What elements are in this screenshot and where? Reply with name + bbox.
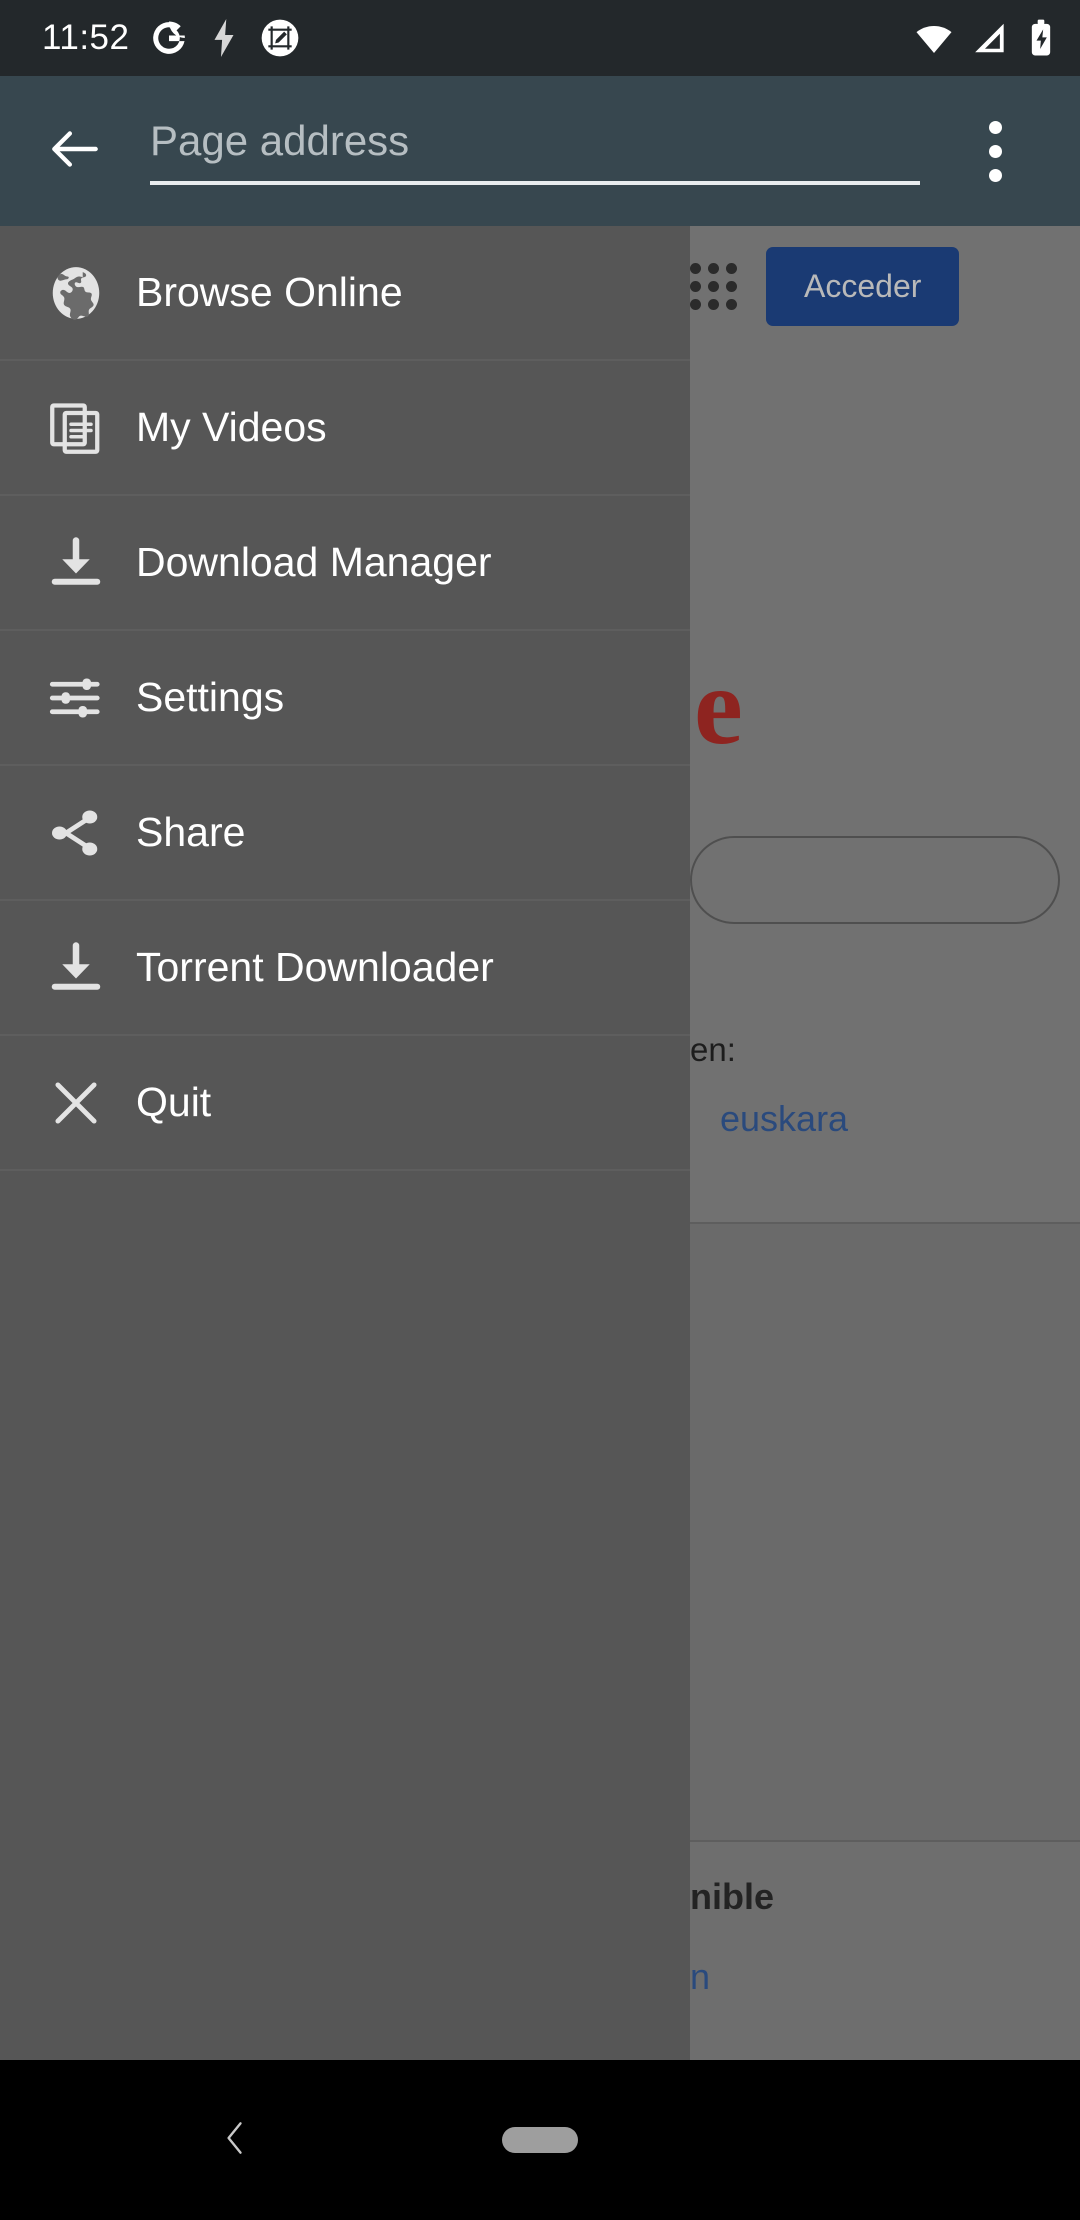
documents-copy-icon: [38, 390, 114, 466]
page-header-row: Acceder: [690, 226, 1080, 346]
screenshot-edit-icon: [260, 18, 300, 58]
chevron-left-icon: [213, 2116, 257, 2165]
acceder-button[interactable]: Acceder: [766, 246, 960, 326]
page-language-link-euskara[interactable]: euskara: [720, 1098, 848, 1140]
status-bar: 11:52: [0, 0, 1080, 76]
nav-back-button[interactable]: [205, 2110, 265, 2170]
apps-grid-icon[interactable]: [690, 263, 737, 310]
google-g-icon: [150, 19, 188, 57]
drawer-item-label: Download Manager: [136, 539, 492, 585]
home-pill-handle[interactable]: [502, 2127, 578, 2153]
share-nodes-icon: [38, 795, 114, 871]
drawer-item-my-videos[interactable]: My Videos: [0, 361, 690, 496]
drawer-item-download-manager[interactable]: Download Manager: [0, 496, 690, 631]
wikipedia-logo-letter: e: [694, 645, 743, 767]
page-language-intro: en:: [690, 1031, 736, 1068]
page-address-input[interactable]: [150, 117, 920, 181]
status-clock: 11:52: [42, 18, 130, 57]
drawer-item-torrent-downloader[interactable]: Torrent Downloader: [0, 901, 690, 1036]
drawer-item-label: Settings: [136, 674, 285, 720]
drawer-item-quit[interactable]: Quit: [0, 1036, 690, 1171]
lightning-bolt-icon: [208, 19, 240, 57]
drawer-item-settings[interactable]: Settings: [0, 631, 690, 766]
phone-screen: Acceder e en: euskara nible n 11:52 Page…: [0, 0, 1080, 2220]
battery-charging-icon: [1028, 18, 1054, 58]
address-bar: [150, 76, 920, 226]
download-icon: [38, 525, 114, 601]
page-footer-link[interactable]: n: [690, 1956, 710, 1998]
system-navigation-bar: [0, 2060, 1080, 2220]
status-bar-left: 11:52: [42, 18, 300, 58]
overflow-menu-button[interactable]: [920, 76, 1070, 226]
globe-icon: [38, 255, 114, 331]
page-footer-heading: nible: [690, 1876, 775, 1917]
cellular-signal-icon: [972, 19, 1010, 57]
drawer-item-label: Share: [136, 809, 246, 855]
more-vert-icon-dot: [988, 168, 1002, 182]
drawer-item-label: Browse Online: [136, 269, 403, 315]
address-underline: [150, 181, 920, 185]
drawer-item-share[interactable]: Share: [0, 766, 690, 901]
navigation-drawer: Browse Online My Videos Download Manager…: [0, 226, 690, 2060]
more-vert-icon-dot: [988, 144, 1002, 158]
more-vert-icon-dot: [988, 120, 1002, 134]
page-search-input[interactable]: [690, 836, 1060, 924]
drawer-item-label: My Videos: [136, 404, 327, 450]
back-button[interactable]: [0, 76, 150, 226]
wifi-icon: [914, 18, 954, 58]
download-icon: [38, 930, 114, 1006]
tune-sliders-icon: [38, 660, 114, 736]
status-bar-right: [914, 18, 1054, 58]
close-x-icon: [38, 1065, 114, 1141]
drawer-item-label: Torrent Downloader: [136, 944, 494, 990]
drawer-empty-space: [0, 1171, 690, 1791]
browser-toolbar: [0, 76, 1080, 226]
back-arrow-icon: [44, 118, 106, 185]
drawer-item-label: Quit: [136, 1079, 212, 1125]
drawer-item-browse-online[interactable]: Browse Online: [0, 226, 690, 361]
